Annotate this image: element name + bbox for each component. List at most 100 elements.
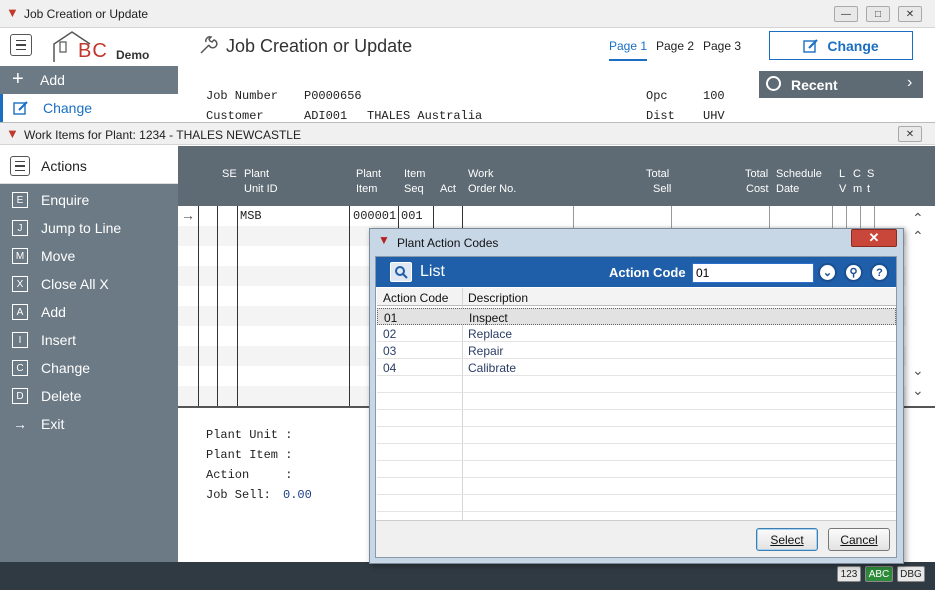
cancel-button[interactable]: Cancel bbox=[828, 528, 890, 551]
action-change[interactable]: C Change bbox=[0, 354, 178, 382]
col-plant-item-2: Item bbox=[356, 183, 378, 195]
col-v: V bbox=[839, 183, 847, 195]
cell-unit-id: MSB bbox=[240, 209, 262, 223]
actions-menu-button[interactable] bbox=[10, 156, 30, 176]
action-enquire[interactable]: E Enquire bbox=[0, 186, 178, 214]
action-delete[interactable]: D Delete bbox=[0, 382, 178, 410]
col-work-order-1: Work bbox=[468, 168, 494, 180]
action-exit[interactable]: → Exit bbox=[0, 410, 178, 438]
list-item[interactable]: 01 Inspect bbox=[377, 308, 896, 325]
actions-sidebar: E Enquire J Jump to Line M Move X Close All … bbox=[0, 184, 178, 562]
recent-label: Recent bbox=[791, 76, 838, 93]
scroll-bottom-icon[interactable]: ⌄ bbox=[912, 382, 924, 399]
edit-icon bbox=[13, 101, 28, 115]
grid-scrollbar[interactable]: ⌃ ⌃ ⌄ ⌄ bbox=[906, 206, 935, 406]
list-item[interactable]: 02 Replace bbox=[377, 325, 896, 342]
sidebar-item-add[interactable]: + Add bbox=[0, 66, 178, 94]
col-item-seq-1: Item bbox=[404, 168, 426, 180]
outer-window-titlebar: ▼ Job Creation or Update — □ ✕ bbox=[0, 0, 935, 28]
key-hint: I bbox=[12, 332, 28, 348]
col-total-sell-2: Sell bbox=[653, 183, 672, 195]
edit-icon bbox=[803, 38, 819, 53]
opc-value: 100 bbox=[703, 89, 725, 103]
row-code: 03 bbox=[383, 344, 397, 358]
dialog-title: Plant Action Codes bbox=[397, 236, 499, 250]
page-title: Job Creation or Update bbox=[226, 36, 413, 56]
status-badge-abc: ABC bbox=[865, 566, 893, 582]
col-description[interactable]: Description bbox=[468, 291, 528, 305]
grid-col-divider bbox=[349, 206, 350, 406]
sidebar-item-change[interactable]: Change bbox=[0, 94, 178, 122]
row-code: 04 bbox=[383, 361, 397, 375]
action-code-input[interactable] bbox=[692, 263, 814, 283]
menu-button[interactable] bbox=[10, 34, 32, 56]
list-item bbox=[377, 410, 896, 427]
job-sell-label: Job Sell: bbox=[206, 488, 271, 502]
select-button[interactable]: Select bbox=[756, 528, 818, 551]
search-icon[interactable]: ⚲ bbox=[844, 263, 863, 282]
action-label: Jump to Line bbox=[41, 220, 122, 236]
chevron-right-icon: › bbox=[907, 74, 913, 91]
dialog-logo-icon: ▼ bbox=[378, 233, 390, 247]
select-label: Select bbox=[770, 532, 804, 547]
maximize-button[interactable]: □ bbox=[866, 6, 890, 22]
action-label: Change bbox=[41, 360, 91, 376]
col-act: Act bbox=[440, 183, 456, 195]
row-desc: Replace bbox=[468, 327, 513, 341]
list-item bbox=[377, 393, 896, 410]
col-action-code[interactable]: Action Code bbox=[383, 291, 448, 305]
action-move[interactable]: M Move bbox=[0, 242, 178, 270]
key-hint: C bbox=[12, 360, 28, 376]
list-label: List bbox=[420, 263, 445, 280]
action-close-all[interactable]: X Close All X bbox=[0, 270, 178, 298]
col-plant-unit-2: Unit ID bbox=[244, 183, 278, 195]
list-item[interactable]: 03 Repair bbox=[377, 342, 896, 359]
list-item bbox=[377, 376, 896, 393]
clock-icon bbox=[766, 76, 781, 91]
key-hint: A bbox=[12, 304, 28, 320]
action-label: Insert bbox=[41, 332, 77, 348]
action-jump-to-line[interactable]: J Jump to Line bbox=[0, 214, 178, 242]
scroll-up-icon[interactable]: ⌃ bbox=[912, 228, 924, 245]
close-icon: ✕ bbox=[905, 8, 915, 20]
change-mode-button[interactable]: Change bbox=[769, 31, 913, 60]
col-s: S bbox=[867, 168, 875, 180]
plus-icon: + bbox=[12, 68, 24, 90]
cell-item-seq: 001 bbox=[401, 209, 423, 223]
list-item[interactable]: 04 Calibrate bbox=[377, 359, 896, 376]
help-icon[interactable]: ? bbox=[870, 263, 889, 282]
minimize-button[interactable]: — bbox=[834, 6, 858, 22]
logo-text: BC bbox=[78, 40, 108, 62]
opc-label: Opc bbox=[646, 89, 668, 103]
list-search-icon bbox=[390, 262, 412, 282]
scroll-down-icon[interactable]: ⌄ bbox=[912, 362, 924, 379]
action-label: Exit bbox=[41, 416, 65, 432]
tab-page-3[interactable]: Page 3 bbox=[703, 39, 741, 59]
tab-page-1[interactable]: Page 1 bbox=[609, 39, 648, 61]
dropdown-icon[interactable]: ⌄ bbox=[818, 263, 837, 282]
col-schedule-2: Date bbox=[776, 183, 800, 195]
action-add[interactable]: A Add bbox=[0, 298, 178, 326]
dist-label: Dist bbox=[646, 109, 675, 123]
dialog-close-button[interactable]: ✕ bbox=[851, 229, 897, 247]
action-insert[interactable]: I Insert bbox=[0, 326, 178, 354]
key-hint: M bbox=[12, 248, 28, 264]
close-icon: ✕ bbox=[868, 230, 880, 245]
col-t: t bbox=[867, 183, 871, 195]
close-button[interactable]: ✕ bbox=[898, 6, 922, 22]
maximize-icon: □ bbox=[874, 8, 882, 20]
sidebar-item-label: Add bbox=[40, 72, 65, 88]
table-row[interactable]: MSB 000001 001 bbox=[178, 206, 906, 226]
col-work-order-2: Order No. bbox=[468, 183, 517, 195]
exit-icon: → bbox=[13, 416, 27, 432]
app-logo-icon: ▼ bbox=[6, 126, 19, 141]
row-desc: Calibrate bbox=[468, 361, 517, 375]
customer-label: Customer bbox=[206, 109, 264, 123]
logo-demo-label: Demo bbox=[116, 48, 150, 62]
inner-close-button[interactable]: ✕ bbox=[898, 126, 922, 142]
scroll-top-icon[interactable]: ⌃ bbox=[912, 210, 924, 227]
key-hint: E bbox=[12, 192, 28, 208]
tab-page-2[interactable]: Page 2 bbox=[656, 39, 694, 59]
key-hint: J bbox=[12, 220, 28, 236]
recent-panel-toggle[interactable]: Recent › bbox=[759, 71, 923, 98]
